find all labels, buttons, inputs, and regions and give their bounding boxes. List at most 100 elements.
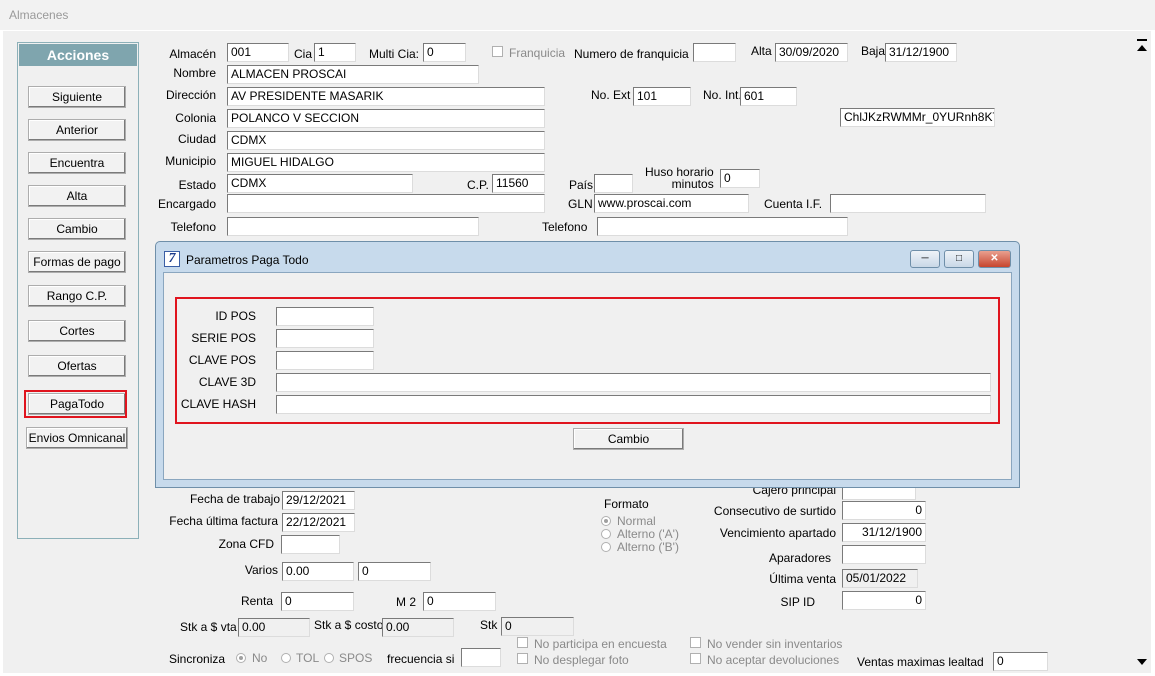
ofertas-button[interactable]: Ofertas bbox=[28, 355, 126, 377]
frecuencia-field[interactable] bbox=[461, 648, 501, 667]
sincroniza-label: Sincroniza bbox=[169, 652, 226, 666]
almacen-field[interactable]: 001 bbox=[227, 43, 289, 62]
scroll-up-arrow-icon[interactable] bbox=[1137, 45, 1147, 51]
formato-alterno-a-radio[interactable] bbox=[601, 529, 611, 539]
encuentra-button[interactable]: Encuentra bbox=[28, 152, 126, 174]
telefono2-field[interactable] bbox=[597, 217, 848, 236]
aparadores-label: Aparadores bbox=[768, 551, 831, 565]
m2-field[interactable]: 0 bbox=[423, 592, 496, 611]
sync-no-radio[interactable] bbox=[236, 653, 246, 663]
no-participa-checkbox[interactable] bbox=[517, 637, 528, 648]
varios-label: Varios bbox=[244, 563, 278, 577]
maximize-icon[interactable]: □ bbox=[944, 250, 974, 268]
sip-id-label: SIP ID bbox=[780, 595, 815, 609]
varios-field-1[interactable]: 0.00 bbox=[282, 562, 354, 581]
formato-normal-label: Normal bbox=[617, 514, 656, 528]
cp-field[interactable]: 11560 bbox=[492, 174, 545, 193]
no-int-field[interactable]: 601 bbox=[740, 87, 797, 106]
franquicia-label: Franquicia bbox=[509, 46, 566, 60]
consecutivo-surtido-field[interactable]: 0 bbox=[842, 501, 926, 520]
ultima-venta-field: 05/01/2022 bbox=[842, 569, 918, 588]
envios-omnicanal-button[interactable]: Envios Omnicanal bbox=[26, 427, 128, 449]
baja-label: Baja bbox=[861, 44, 886, 58]
numero-franquicia-field[interactable] bbox=[693, 43, 736, 62]
franquicia-checkbox[interactable] bbox=[492, 46, 503, 57]
window-title: Almacenes bbox=[0, 0, 1155, 30]
formato-alterno-b-radio[interactable] bbox=[601, 542, 611, 552]
m2-label: M 2 bbox=[396, 595, 417, 609]
stk-label: Stk bbox=[480, 618, 498, 632]
pais-field[interactable] bbox=[594, 174, 633, 193]
ciudad-field[interactable]: CDMX bbox=[227, 131, 545, 150]
dialog-fields-highlight bbox=[175, 297, 1000, 424]
formas-de-pago-button[interactable]: Formas de pago bbox=[28, 251, 126, 273]
cambio-button[interactable]: Cambio bbox=[28, 218, 126, 240]
cia-field[interactable]: 1 bbox=[314, 43, 356, 62]
direccion-label: Dirección bbox=[165, 88, 216, 102]
sync-tol-label: TOL bbox=[296, 651, 320, 665]
alta-button[interactable]: Alta bbox=[28, 185, 126, 207]
app-icon: 7 bbox=[164, 251, 180, 267]
colonia-label: Colonia bbox=[175, 111, 216, 125]
fecha-trabajo-field[interactable]: 29/12/2021 bbox=[282, 491, 355, 510]
municipio-field[interactable]: MIGUEL HIDALGO bbox=[227, 153, 545, 172]
estado-field[interactable]: CDMX bbox=[227, 174, 413, 193]
actions-panel-title: Acciones bbox=[19, 44, 137, 66]
close-icon[interactable]: ✕ bbox=[978, 250, 1011, 268]
numero-franquicia-label: Numero de franquicia bbox=[574, 47, 689, 61]
place-id-field[interactable]: ChlJKzRWMMr_0YURnh8KT8 bbox=[840, 108, 995, 127]
encargado-field[interactable] bbox=[227, 194, 545, 213]
ventas-max-lealtad-field[interactable]: 0 bbox=[993, 652, 1048, 671]
sync-tol-radio[interactable] bbox=[281, 653, 291, 663]
vencimiento-apartado-field[interactable]: 31/12/1900 bbox=[842, 523, 926, 542]
telefono2-label: Telefono bbox=[542, 220, 588, 234]
fecha-ultima-factura-label: Fecha última factura bbox=[169, 514, 278, 528]
fecha-ultima-factura-field[interactable]: 22/12/2021 bbox=[282, 513, 355, 532]
alta-date-field[interactable]: 30/09/2020 bbox=[775, 43, 848, 62]
minimize-icon[interactable]: ─ bbox=[910, 250, 940, 268]
dialog-title: Parametros Paga Todo bbox=[186, 253, 309, 267]
almacen-label: Almacén bbox=[169, 47, 216, 61]
ventas-max-lealtad-label: Ventas maximas lealtad bbox=[857, 655, 984, 669]
sip-id-field[interactable]: 0 bbox=[842, 591, 926, 610]
siguiente-button[interactable]: Siguiente bbox=[28, 86, 126, 108]
direccion-field[interactable]: AV PRESIDENTE MASARIK bbox=[227, 87, 545, 106]
no-vender-checkbox[interactable] bbox=[690, 637, 701, 648]
huso-horario-label: Huso horario minutos bbox=[645, 165, 714, 191]
consecutivo-surtido-label: Consecutivo de surtido bbox=[713, 504, 836, 518]
nombre-field[interactable]: ALMACEN PROSCAI bbox=[227, 65, 479, 84]
municipio-label: Municipio bbox=[165, 154, 216, 168]
frecuencia-label: frecuencia si bbox=[387, 652, 455, 666]
pagatodo-highlight bbox=[24, 390, 127, 418]
formato-alterno-a-label: Alterno ('A') bbox=[617, 527, 679, 541]
no-desplegar-checkbox[interactable] bbox=[517, 653, 528, 664]
huso-horario-field[interactable]: 0 bbox=[720, 169, 760, 188]
multi-cia-field[interactable]: 0 bbox=[423, 43, 466, 62]
no-aceptar-checkbox[interactable] bbox=[690, 653, 701, 664]
scroll-down-arrow-icon[interactable] bbox=[1137, 659, 1147, 665]
cortes-button[interactable]: Cortes bbox=[28, 320, 126, 342]
formato-normal-radio[interactable] bbox=[601, 516, 611, 526]
rango-cp-button[interactable]: Rango C.P. bbox=[28, 285, 126, 307]
stk-costo-field: 0.00 bbox=[382, 618, 454, 637]
vertical-scrollbar[interactable] bbox=[1133, 31, 1151, 673]
anterior-button[interactable]: Anterior bbox=[28, 119, 126, 141]
ciudad-label: Ciudad bbox=[177, 132, 216, 146]
baja-date-field[interactable]: 31/12/1900 bbox=[885, 43, 957, 62]
sync-spos-radio[interactable] bbox=[324, 653, 334, 663]
dialog-cambio-button[interactable]: Cambio bbox=[573, 428, 684, 450]
no-desplegar-label: No desplegar foto bbox=[534, 653, 629, 667]
telefono-field[interactable] bbox=[227, 217, 479, 236]
renta-field[interactable]: 0 bbox=[281, 592, 354, 611]
gln-field[interactable]: www.proscai.com bbox=[594, 194, 749, 213]
colonia-field[interactable]: POLANCO V SECCION bbox=[227, 109, 545, 128]
gln-label: GLN bbox=[568, 197, 593, 211]
aparadores-field[interactable] bbox=[842, 545, 926, 564]
zona-cfd-field[interactable] bbox=[281, 535, 340, 554]
no-vender-label: No vender sin inventarios bbox=[707, 637, 843, 651]
actions-panel: Acciones Siguiente Anterior Encuentra Al… bbox=[17, 42, 139, 539]
varios-field-2[interactable]: 0 bbox=[358, 562, 431, 581]
no-ext-field[interactable]: 101 bbox=[633, 87, 691, 106]
cuenta-if-field[interactable] bbox=[830, 194, 986, 213]
no-int-label: No. Int. bbox=[703, 88, 742, 102]
